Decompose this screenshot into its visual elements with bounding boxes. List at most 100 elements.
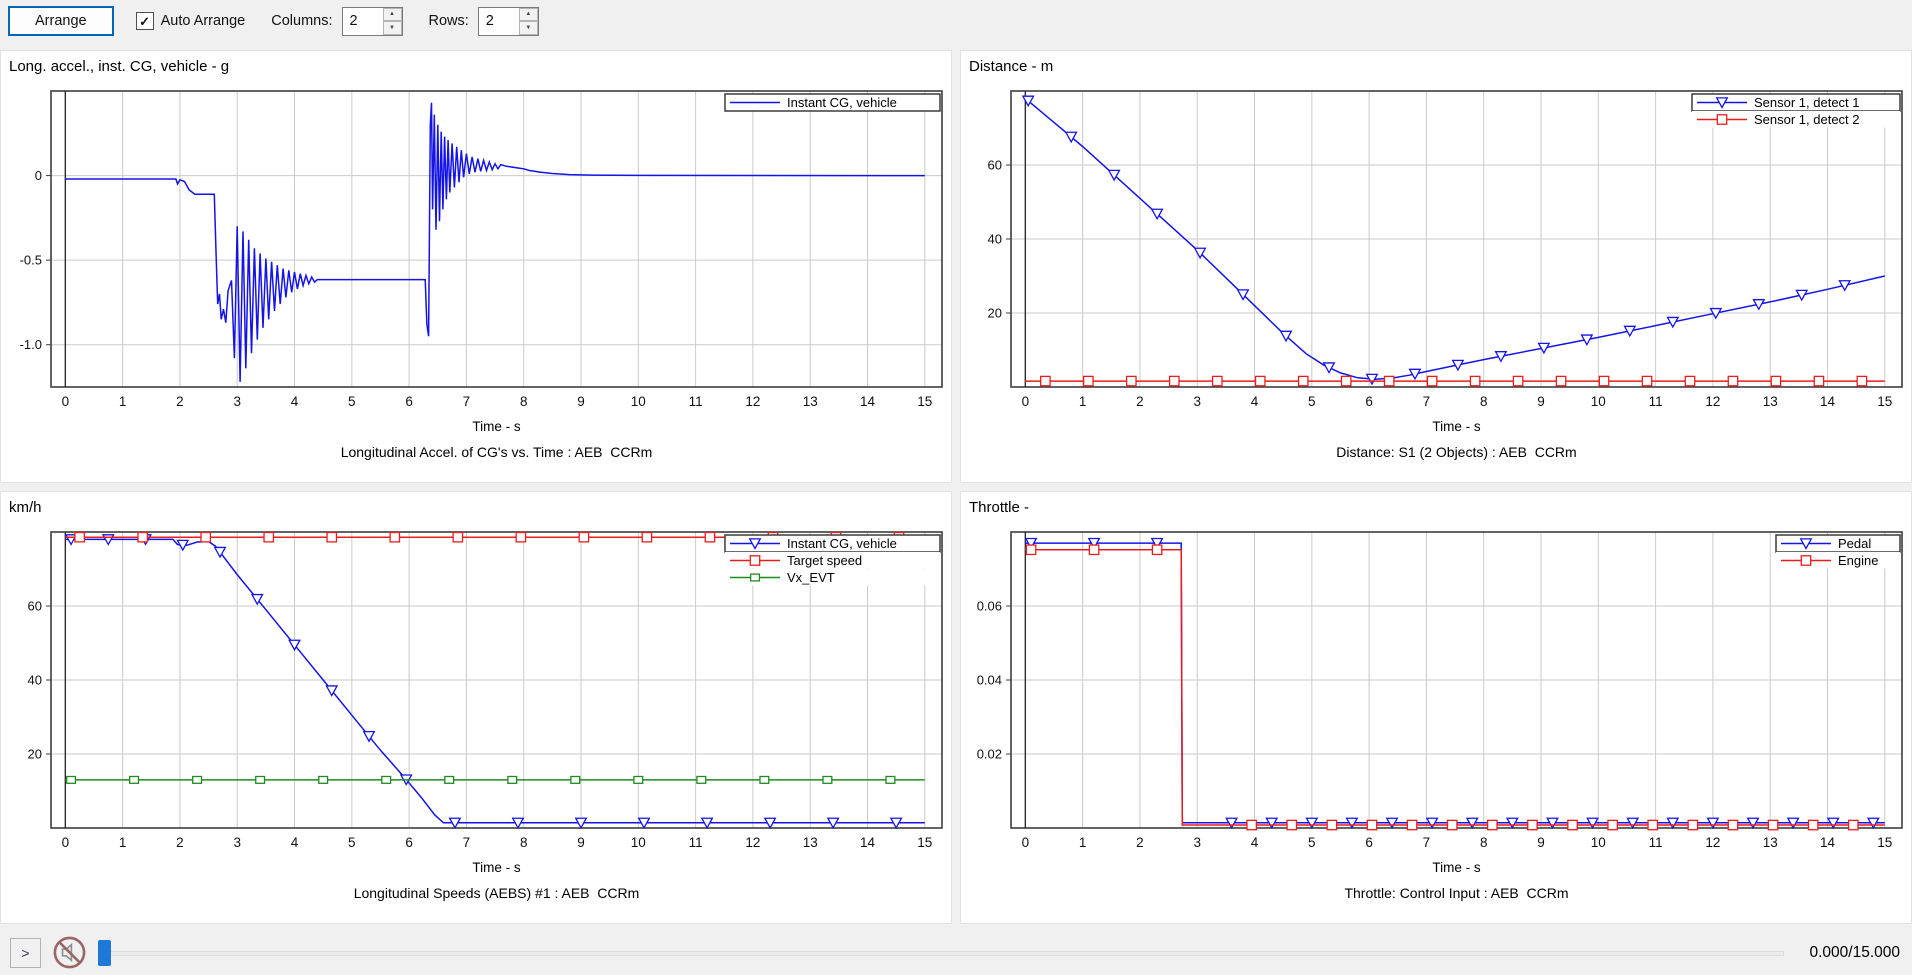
legend-entry[interactable]: Pedal bbox=[1776, 535, 1900, 552]
longitudinal-speeds-chart[interactable]: km/h6040200123456789101112131415Time - s… bbox=[1, 492, 953, 925]
x-tick-label: 0 bbox=[62, 394, 70, 409]
rows-up-button[interactable]: ▲ bbox=[519, 8, 538, 22]
series-markers bbox=[1026, 539, 1879, 828]
legend-entry[interactable]: Instant CG, vehicle bbox=[725, 94, 940, 111]
time-slider[interactable] bbox=[98, 939, 1784, 967]
x-tick-label: 10 bbox=[631, 394, 646, 409]
plot-caption: Longitudinal Accel. of CG's vs. Time : A… bbox=[341, 444, 653, 460]
x-tick-label: 1 bbox=[119, 835, 127, 850]
legend: Instant CG, vehicle bbox=[725, 94, 940, 111]
mute-icon[interactable] bbox=[52, 935, 87, 970]
x-tick-label: 9 bbox=[577, 835, 585, 850]
y-tick-label: 40 bbox=[988, 232, 1002, 247]
x-tick-label: 3 bbox=[1193, 394, 1201, 409]
y-tick-label: 20 bbox=[28, 747, 42, 762]
legend: Pedal Engine bbox=[1776, 535, 1900, 569]
legend-entry[interactable]: Instant CG, vehicle bbox=[725, 535, 940, 552]
x-tick-label: 14 bbox=[860, 394, 876, 409]
legend-label: Pedal bbox=[1838, 536, 1871, 551]
x-tick-label: 9 bbox=[1537, 835, 1545, 850]
plot-panel-throttle: Throttle -0.060.040.02012345678910111213… bbox=[960, 491, 1912, 924]
rows-down-button[interactable]: ▼ bbox=[519, 21, 538, 35]
y-tick-label: 0 bbox=[35, 168, 42, 183]
x-tick-label: 14 bbox=[1820, 835, 1836, 850]
y-tick-label: 0.06 bbox=[977, 599, 1002, 614]
x-tick-label: 10 bbox=[631, 835, 646, 850]
legend-entry[interactable]: Target speed bbox=[725, 552, 940, 569]
longitudinal-accel-chart[interactable]: Long. accel., inst. CG, vehicle - g0-0.5… bbox=[1, 51, 953, 484]
x-axis-label: Time - s bbox=[1432, 860, 1480, 875]
columns-spin-buttons: ▲ ▼ bbox=[383, 8, 402, 35]
plot-caption: Distance: S1 (2 Objects) : AEB CCRm bbox=[1336, 444, 1576, 460]
throttle-chart[interactable]: Throttle -0.060.040.02012345678910111213… bbox=[961, 492, 1912, 925]
y-tick-label: -0.5 bbox=[20, 253, 42, 268]
rows-input[interactable] bbox=[479, 8, 519, 35]
play-button[interactable]: > bbox=[10, 938, 41, 968]
auto-arrange-checkbox[interactable]: ✓ Auto Arrange bbox=[136, 12, 246, 30]
legend-entry[interactable]: Engine bbox=[1776, 552, 1900, 569]
toolbar: Arrange ✓ Auto Arrange Columns: ▲ ▼ Rows… bbox=[0, 0, 1912, 42]
x-tick-label: 13 bbox=[1763, 835, 1778, 850]
plot-caption: Longitudinal Speeds (AEBS) #1 : AEB CCRm bbox=[354, 885, 640, 901]
x-tick-label: 5 bbox=[348, 835, 356, 850]
plot-caption: Throttle: Control Input : AEB CCRm bbox=[1344, 885, 1568, 901]
y-tick-label: -1.0 bbox=[20, 337, 42, 352]
x-tick-label: 8 bbox=[520, 394, 528, 409]
gridlines bbox=[1011, 91, 1902, 387]
x-tick-label: 2 bbox=[176, 394, 184, 409]
y-tick-label: 40 bbox=[28, 673, 42, 688]
x-tick-label: 8 bbox=[520, 835, 528, 850]
time-slider-thumb[interactable] bbox=[98, 940, 111, 966]
x-tick-label: 5 bbox=[1308, 835, 1316, 850]
x-tick-label: 1 bbox=[119, 394, 127, 409]
x-tick-label: 6 bbox=[405, 394, 413, 409]
x-tick-label: 14 bbox=[860, 835, 876, 850]
x-tick-label: 11 bbox=[1649, 394, 1663, 409]
x-axis-label: Time - s bbox=[1432, 419, 1480, 434]
legend-label: Engine bbox=[1838, 553, 1878, 568]
y-tick-label: 0.02 bbox=[977, 747, 1002, 762]
x-tick-label: 1 bbox=[1079, 835, 1087, 850]
x-tick-label: 12 bbox=[1705, 394, 1720, 409]
distance-chart[interactable]: Distance - m6040200123456789101112131415… bbox=[961, 51, 1912, 484]
plot-title: Distance - m bbox=[969, 58, 1053, 75]
x-tick-label: 1 bbox=[1079, 394, 1087, 409]
columns-up-button[interactable]: ▲ bbox=[383, 8, 402, 22]
legend-label: Sensor 1, detect 1 bbox=[1754, 95, 1860, 110]
x-tick-label: 2 bbox=[1136, 835, 1144, 850]
x-tick-label: 6 bbox=[405, 835, 413, 850]
x-axis-label: Time - s bbox=[472, 419, 520, 434]
columns-input[interactable] bbox=[343, 8, 383, 35]
plot-title: Throttle - bbox=[969, 499, 1029, 516]
x-axis-label: Time - s bbox=[472, 860, 520, 875]
x-tick-label: 11 bbox=[689, 394, 703, 409]
rows-label: Rows: bbox=[429, 13, 469, 29]
columns-spinner: ▲ ▼ bbox=[342, 7, 403, 36]
time-display: 0.000/15.000 bbox=[1795, 944, 1900, 962]
gridlines bbox=[51, 91, 942, 387]
x-tick-label: 14 bbox=[1820, 394, 1836, 409]
time-slider-track[interactable] bbox=[98, 951, 1784, 956]
arrange-button[interactable]: Arrange bbox=[8, 6, 114, 36]
columns-down-button[interactable]: ▼ bbox=[383, 21, 402, 35]
series-pedal bbox=[1025, 543, 1885, 823]
y-tick-label: 60 bbox=[988, 158, 1002, 173]
x-tick-label: 0 bbox=[62, 835, 70, 850]
series-markers bbox=[1026, 545, 1858, 830]
x-tick-label: 13 bbox=[1763, 394, 1778, 409]
x-tick-label: 5 bbox=[1308, 394, 1316, 409]
plot-panel-distance: Distance - m6040200123456789101112131415… bbox=[960, 50, 1912, 483]
legend-entry[interactable]: Sensor 1, detect 1 bbox=[1692, 94, 1900, 111]
x-tick-label: 15 bbox=[917, 835, 932, 850]
x-tick-label: 13 bbox=[803, 835, 818, 850]
x-tick-label: 8 bbox=[1480, 835, 1488, 850]
auto-arrange-label: Auto Arrange bbox=[161, 13, 246, 29]
x-tick-label: 8 bbox=[1480, 394, 1488, 409]
legend-entry[interactable]: Vx_EVT bbox=[725, 569, 940, 586]
x-tick-label: 7 bbox=[1423, 394, 1431, 409]
x-tick-label: 9 bbox=[1537, 394, 1545, 409]
x-tick-label: 12 bbox=[1705, 835, 1720, 850]
x-tick-label: 10 bbox=[1591, 835, 1606, 850]
legend-entry[interactable]: Sensor 1, detect 2 bbox=[1692, 111, 1900, 128]
x-tick-label: 4 bbox=[1251, 394, 1259, 409]
